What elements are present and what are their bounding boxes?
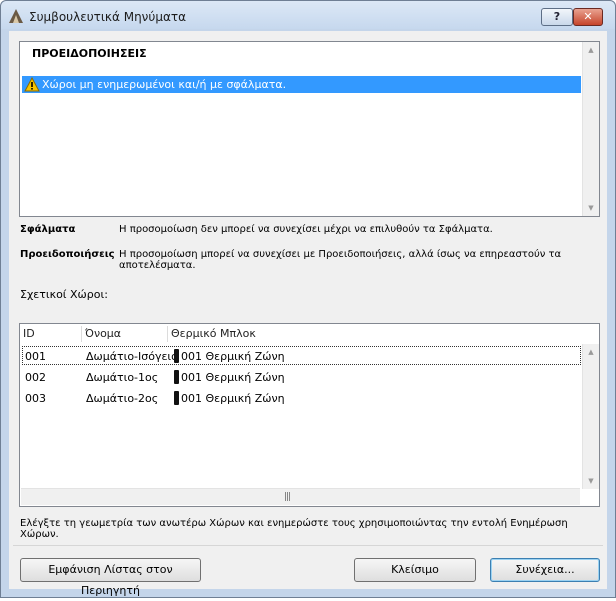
- help-button[interactable]: ?: [541, 8, 573, 26]
- related-spaces-table[interactable]: ID Όνομα Θερμικό Μπλοκ 001 Δωμάτιο-Ισόγε…: [19, 323, 600, 507]
- group-header-warnings: ΠΡΟΕΙΔΟΠΟΙΗΣΕΙΣ: [32, 47, 147, 60]
- close-icon: ✕: [583, 10, 593, 23]
- messages-scrollbar[interactable]: ▲ ▼: [582, 42, 599, 216]
- close-button[interactable]: Κλείσιμο: [354, 558, 476, 582]
- warning-icon: [24, 77, 40, 92]
- scroll-down-arrow-icon[interactable]: ▼: [583, 200, 599, 216]
- advisory-messages-window: Συμβουλευτικά Μηνύματα ? ✕ ΠΡΟΕΙΔΟΠΟΙΗΣΕ…: [0, 0, 616, 598]
- show-list-in-navigator-button[interactable]: Εμφάνιση Λίστας στον Περιηγητή: [20, 558, 201, 597]
- continue-button[interactable]: Συνέχεια...: [490, 558, 600, 582]
- help-icon: ?: [553, 10, 561, 23]
- scroll-up-arrow-icon[interactable]: ▲: [583, 344, 599, 360]
- column-divider[interactable]: [81, 326, 82, 342]
- thermal-block-swatch-icon: [174, 370, 179, 384]
- table-row[interactable]: 001 Δωμάτιο-Ισόγειο 001 Θερμική Ζώνη: [22, 346, 581, 365]
- cell-name: Δωμάτιο-2ος: [86, 392, 159, 405]
- close-window-button[interactable]: ✕: [573, 8, 603, 26]
- message-item-selected[interactable]: Χώροι μη ενημερωμένοι και/ή με σφάλματα.: [22, 76, 581, 93]
- column-divider[interactable]: [167, 326, 168, 342]
- cell-thermal-block: 001 Θερμική Ζώνη: [181, 392, 285, 405]
- table-horizontal-scrollbar[interactable]: |||: [21, 488, 580, 505]
- cell-thermal-block: 001 Θερμική Ζώνη: [181, 371, 285, 384]
- table-vertical-scrollbar[interactable]: ▲ ▼: [582, 344, 599, 489]
- table-row[interactable]: 003 Δωμάτιο-2ος 001 Θερμική Ζώνη: [22, 389, 581, 408]
- cell-thermal-block: 001 Θερμική Ζώνη: [181, 350, 285, 363]
- thermal-block-swatch-icon: [174, 391, 179, 405]
- legend-warnings-term: Προειδοποιήσεις: [20, 249, 115, 260]
- hint-text: Ελέγξτε τη γεωμετρία των ανωτέρω Χώρων κ…: [20, 518, 568, 540]
- related-spaces-label: Σχετικοί Χώροι:: [20, 288, 108, 301]
- message-item-label: Χώροι μη ενημερωμένοι και/ή με σφάλματα.: [42, 78, 287, 91]
- messages-list[interactable]: ΠΡΟΕΙΔΟΠΟΙΗΣΕΙΣ Χώροι μη ενημερωμένοι κα…: [19, 41, 600, 217]
- cell-id: 002: [25, 371, 46, 384]
- column-header-thermal-block[interactable]: Θερμικό Μπλοκ: [171, 327, 256, 340]
- cell-id: 001: [25, 350, 46, 363]
- scroll-down-arrow-icon[interactable]: ▼: [583, 473, 599, 489]
- thermal-block-swatch-icon: [174, 349, 179, 363]
- title-bar[interactable]: Συμβουλευτικά Μηνύματα ? ✕: [1, 1, 615, 29]
- table-header: ID Όνομα Θερμικό Μπλοκ: [20, 324, 582, 344]
- legend-warnings-desc: Η προσομοίωση μπορεί να συνεχίσει με Προ…: [119, 249, 562, 271]
- cell-id: 003: [25, 392, 46, 405]
- app-icon: [9, 9, 23, 23]
- legend-errors-term: Σφάλματα: [20, 224, 76, 235]
- column-header-id[interactable]: ID: [23, 327, 35, 340]
- scroll-grip-icon[interactable]: |||: [284, 492, 291, 502]
- table-row[interactable]: 002 Δωμάτιο-1ος 001 Θερμική Ζώνη: [22, 368, 581, 387]
- column-header-name[interactable]: Όνομα: [85, 327, 121, 340]
- cell-name: Δωμάτιο-Ισόγειο: [86, 350, 178, 363]
- dialog-body: ΠΡΟΕΙΔΟΠΟΙΗΣΕΙΣ Χώροι μη ενημερωμένοι κα…: [9, 31, 607, 597]
- window-title: Συμβουλευτικά Μηνύματα: [29, 10, 187, 24]
- scroll-up-arrow-icon[interactable]: ▲: [583, 42, 599, 58]
- legend-errors-desc: Η προσομοίωση δεν μπορεί να συνεχίσει μέ…: [119, 224, 493, 235]
- divider: [13, 545, 603, 546]
- cell-name: Δωμάτιο-1ος: [86, 371, 159, 384]
